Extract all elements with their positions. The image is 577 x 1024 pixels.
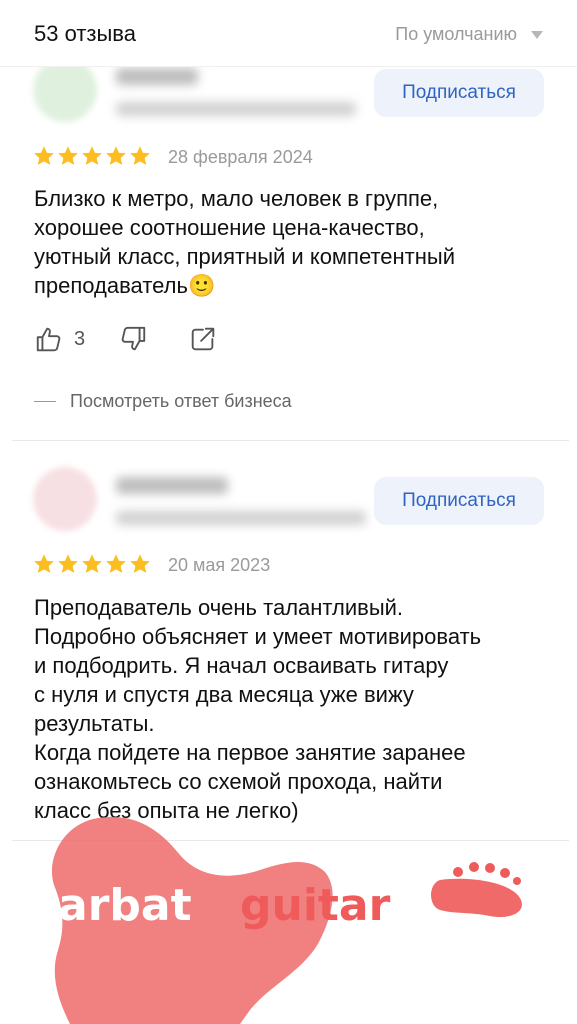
reviews-count: 53 отзыва <box>34 21 136 46</box>
chevron-down-icon <box>531 30 543 39</box>
review-date: 20 мая 2023 <box>168 555 271 575</box>
review-card: Подписаться 20 мая 2023 Преподаватель оч… <box>0 0 577 840</box>
author-level <box>116 511 366 525</box>
star-icon <box>130 554 150 573</box>
foot-shape <box>431 878 522 918</box>
toe-dot <box>469 862 479 872</box>
toe-dot <box>513 877 521 885</box>
star-icon <box>34 554 54 573</box>
subscribe-button[interactable]: Подписаться <box>374 477 544 525</box>
sort-label: По умолчанию <box>395 24 517 44</box>
avatar <box>33 467 97 531</box>
author-name <box>116 477 228 494</box>
toe-dot <box>500 868 510 878</box>
star-icon <box>58 554 78 573</box>
toe-dot <box>485 863 495 873</box>
logo-word-1: arbat <box>58 880 192 931</box>
star-icon <box>106 554 126 573</box>
sort-dropdown[interactable]: По умолчанию <box>395 24 543 45</box>
star-icon <box>82 554 102 573</box>
review-text: Преподаватель очень талантливый. Подробн… <box>34 595 482 823</box>
logo-word-2: guitar <box>240 880 391 931</box>
toe-dot <box>453 867 463 877</box>
reviews-header: 53 отзыва По умолчанию <box>0 0 577 67</box>
rating-stars <box>33 553 151 575</box>
arbat-guitar-logo: arbat guitar <box>51 816 522 1024</box>
